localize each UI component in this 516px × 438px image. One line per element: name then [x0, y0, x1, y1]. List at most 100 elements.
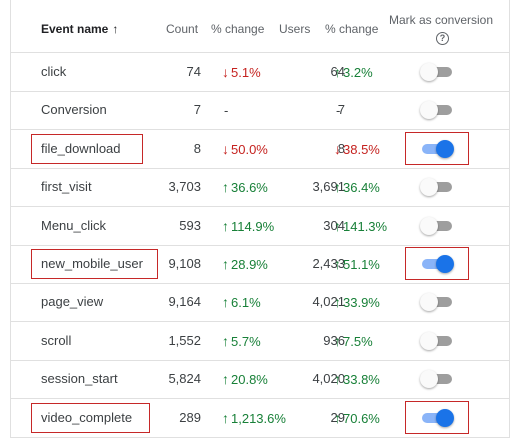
- arrow-up-icon: ↑: [334, 217, 341, 234]
- users-change-value: 33.9%: [343, 295, 380, 311]
- users-change-value: 51.1%: [343, 257, 380, 272]
- event-count: 9,164: [168, 294, 201, 310]
- table-row: Menu_click 593 ↑ 114.9% 304 ↑ 141.3%: [11, 207, 509, 246]
- count-change-value: 114.9%: [231, 218, 275, 234]
- users-change: ↑ 7.5%: [334, 322, 373, 361]
- event-count: 74: [186, 64, 201, 79]
- users-change: ↑ 51.1%: [334, 245, 380, 284]
- arrow-up-icon: ↑: [334, 294, 341, 311]
- count-change-value: 6.1%: [231, 295, 261, 311]
- toggle-thumb: [420, 101, 438, 120]
- conversion-toggle[interactable]: [420, 331, 454, 350]
- event-name: click: [41, 64, 67, 79]
- arrow-up-icon: ↑: [222, 217, 229, 234]
- count-change-value: 28.9%: [231, 257, 268, 272]
- table-header: Event name ↑ Count % change Users % chang…: [11, 0, 509, 53]
- conversion-toggle[interactable]: [420, 63, 454, 81]
- table-row: Conversion 7-7-: [11, 91, 509, 131]
- count-change-value: 5.7%: [231, 333, 261, 349]
- help-icon[interactable]: ?: [436, 32, 449, 45]
- conversion-toggle[interactable]: [420, 178, 454, 197]
- count-change-value: 5.1%: [231, 65, 261, 80]
- event-name: session_start: [41, 371, 118, 387]
- table-row: click 74 ↓ 5.1% 64 ↑ 3.2%: [11, 53, 509, 92]
- name-highlight-box: [31, 133, 144, 164]
- count-change: ↑ 36.6%: [222, 168, 268, 207]
- count-change: ↓ 50.0%: [222, 130, 268, 169]
- toggle-thumb: [420, 63, 438, 81]
- count-change: ↑ 6.1%: [222, 283, 261, 322]
- users-change: ↓ 38.5%: [334, 130, 380, 169]
- event-count: 7: [193, 102, 201, 118]
- arrow-up-icon: ↑: [222, 371, 229, 388]
- event-count: 9,108: [168, 256, 201, 271]
- count-header[interactable]: Count: [166, 22, 198, 36]
- count-change: ↑ 20.8%: [222, 360, 268, 399]
- arrow-down-icon: ↓: [222, 64, 229, 80]
- toggle-highlight-box: [405, 400, 469, 434]
- arrow-up-icon: ↑: [222, 332, 229, 349]
- event-count: 5,824: [168, 371, 201, 387]
- event-name-header[interactable]: Event name ↑: [41, 22, 118, 36]
- arrow-up-icon: ↑: [334, 371, 341, 388]
- arrow-up-icon: ↑: [334, 332, 341, 349]
- count-change: ↑ 5.7%: [222, 322, 261, 361]
- users-change: ↑ 33.9%: [334, 283, 380, 322]
- users-change: ↑ 141.3%: [334, 207, 387, 246]
- users-change: ↑ 36.4%: [334, 168, 380, 207]
- name-highlight-box: [31, 249, 158, 279]
- event-count: 593: [179, 217, 201, 233]
- event-name-header-label: Event name: [41, 22, 109, 36]
- event-name: scroll: [41, 332, 72, 348]
- arrow-up-icon: ↑: [222, 179, 229, 196]
- arrow-up-icon: ↑: [334, 179, 341, 196]
- conversion-toggle[interactable]: [420, 293, 454, 312]
- conversion-toggle[interactable]: [420, 216, 454, 235]
- events-table: Event name ↑ Count % change Users % chang…: [10, 0, 510, 438]
- table-row: page_view 9,164 ↑ 6.1% 4,021 ↑ 33.9%: [11, 283, 509, 323]
- count-change: ↑ 28.9%: [222, 245, 268, 284]
- arrow-up-icon: ↑: [222, 294, 229, 311]
- users-change-value: 33.8%: [343, 372, 380, 388]
- users-change-value: 70.6%: [343, 410, 380, 426]
- count-change-value: 20.8%: [231, 372, 268, 388]
- count-change: ↑ 1,213.6%: [222, 399, 286, 438]
- users-change: ↑ 33.8%: [334, 360, 380, 399]
- users-change: ↑ 3.2%: [334, 53, 373, 92]
- event-count: 3,703: [168, 179, 201, 195]
- arrow-up-icon: ↑: [222, 256, 229, 272]
- toggle-thumb: [420, 216, 438, 235]
- users-change: ↑ 70.6%: [334, 399, 380, 438]
- count-change-value: 36.6%: [231, 180, 268, 196]
- toggle-thumb: [420, 331, 438, 350]
- name-highlight-box: [31, 402, 151, 433]
- event-count: 1,552: [168, 332, 201, 348]
- conversion-toggle[interactable]: [420, 101, 454, 120]
- arrow-up-icon: ↑: [334, 64, 341, 80]
- toggle-thumb: [420, 370, 438, 389]
- users-change-header[interactable]: % change: [325, 22, 378, 36]
- count-change: ↓ 5.1%: [222, 53, 261, 92]
- count-change-value: 50.0%: [231, 141, 268, 157]
- event-count: 8: [193, 140, 201, 156]
- table-row: first_visit 3,703 ↑ 36.6% 3,691 ↑ 36.4%: [11, 168, 509, 208]
- table-row: scroll 1,552 ↑ 5.7% 936 ↑ 7.5%: [11, 322, 509, 361]
- conversion-toggle[interactable]: [420, 370, 454, 389]
- users-change-value: -: [336, 103, 341, 119]
- count-change-value: -: [224, 103, 229, 119]
- mark-as-conversion-header: Mark as conversion: [388, 13, 494, 27]
- arrow-up-icon: ↑: [222, 409, 229, 426]
- count-change-header[interactable]: % change: [211, 22, 264, 36]
- users-header[interactable]: Users: [279, 22, 310, 36]
- sort-ascending-icon: ↑: [112, 22, 119, 36]
- count-change: -: [222, 91, 228, 130]
- event-name: page_view: [41, 294, 104, 310]
- users-change-value: 38.5%: [343, 141, 380, 157]
- users-change-value: 3.2%: [343, 65, 373, 80]
- arrow-down-icon: ↓: [222, 140, 229, 157]
- event-name: Menu_click: [41, 217, 107, 233]
- toggle-highlight-box: [405, 247, 469, 280]
- arrow-up-icon: ↑: [334, 409, 341, 426]
- users-change: -: [334, 91, 340, 130]
- toggle-thumb: [420, 178, 438, 197]
